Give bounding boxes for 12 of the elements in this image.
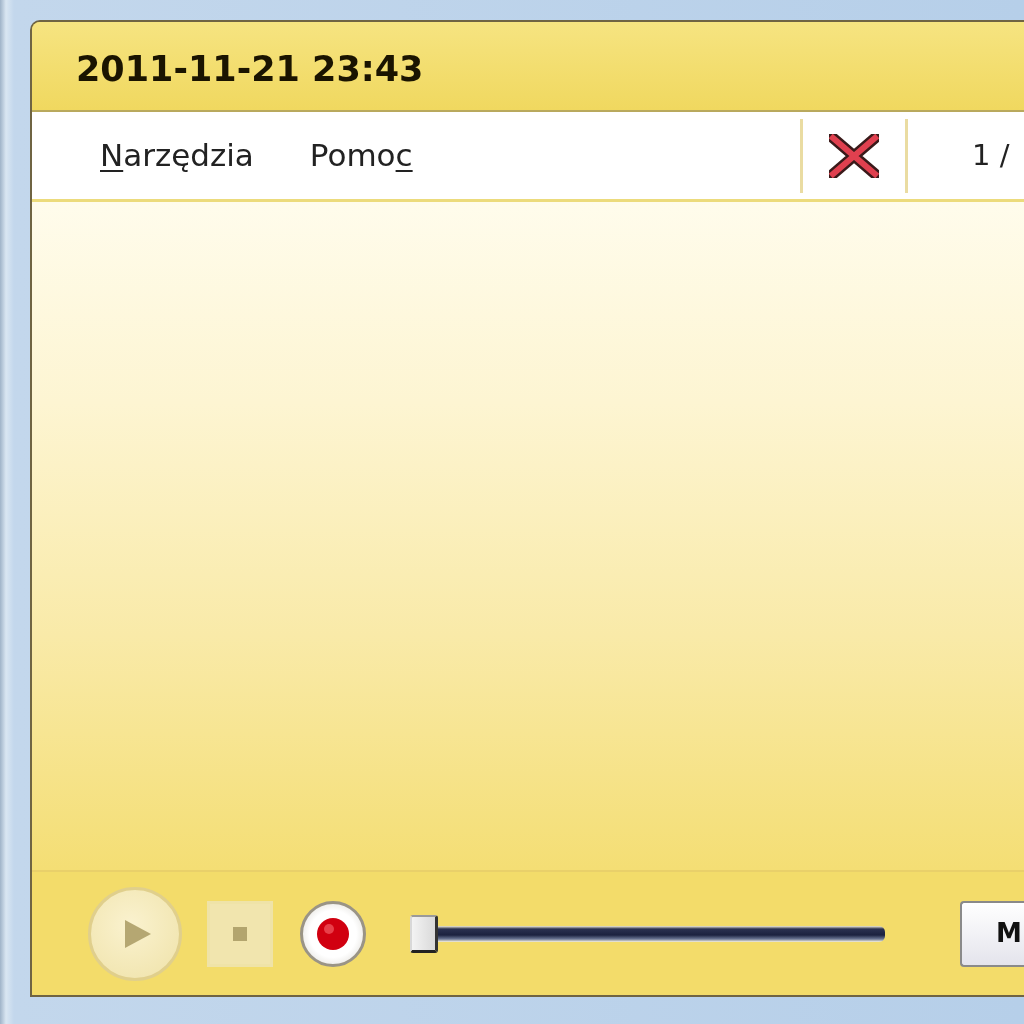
window-title: 2011-11-21 23:43 — [76, 47, 424, 91]
slider-track[interactable] — [410, 914, 885, 953]
note-field[interactable] — [32, 202, 1024, 870]
stop-icon — [233, 926, 247, 941]
menu-item[interactable]: Narzędzia — [70, 130, 284, 181]
play-icon — [123, 917, 153, 950]
page-counter: 1 / — [971, 136, 1011, 174]
record-icon — [316, 916, 350, 951]
slider-thumb[interactable] — [410, 914, 438, 953]
cross-icon — [829, 133, 879, 178]
action-button[interactable]: M — [960, 900, 1024, 967]
menu-item[interactable]: Pomoc — [283, 130, 443, 181]
